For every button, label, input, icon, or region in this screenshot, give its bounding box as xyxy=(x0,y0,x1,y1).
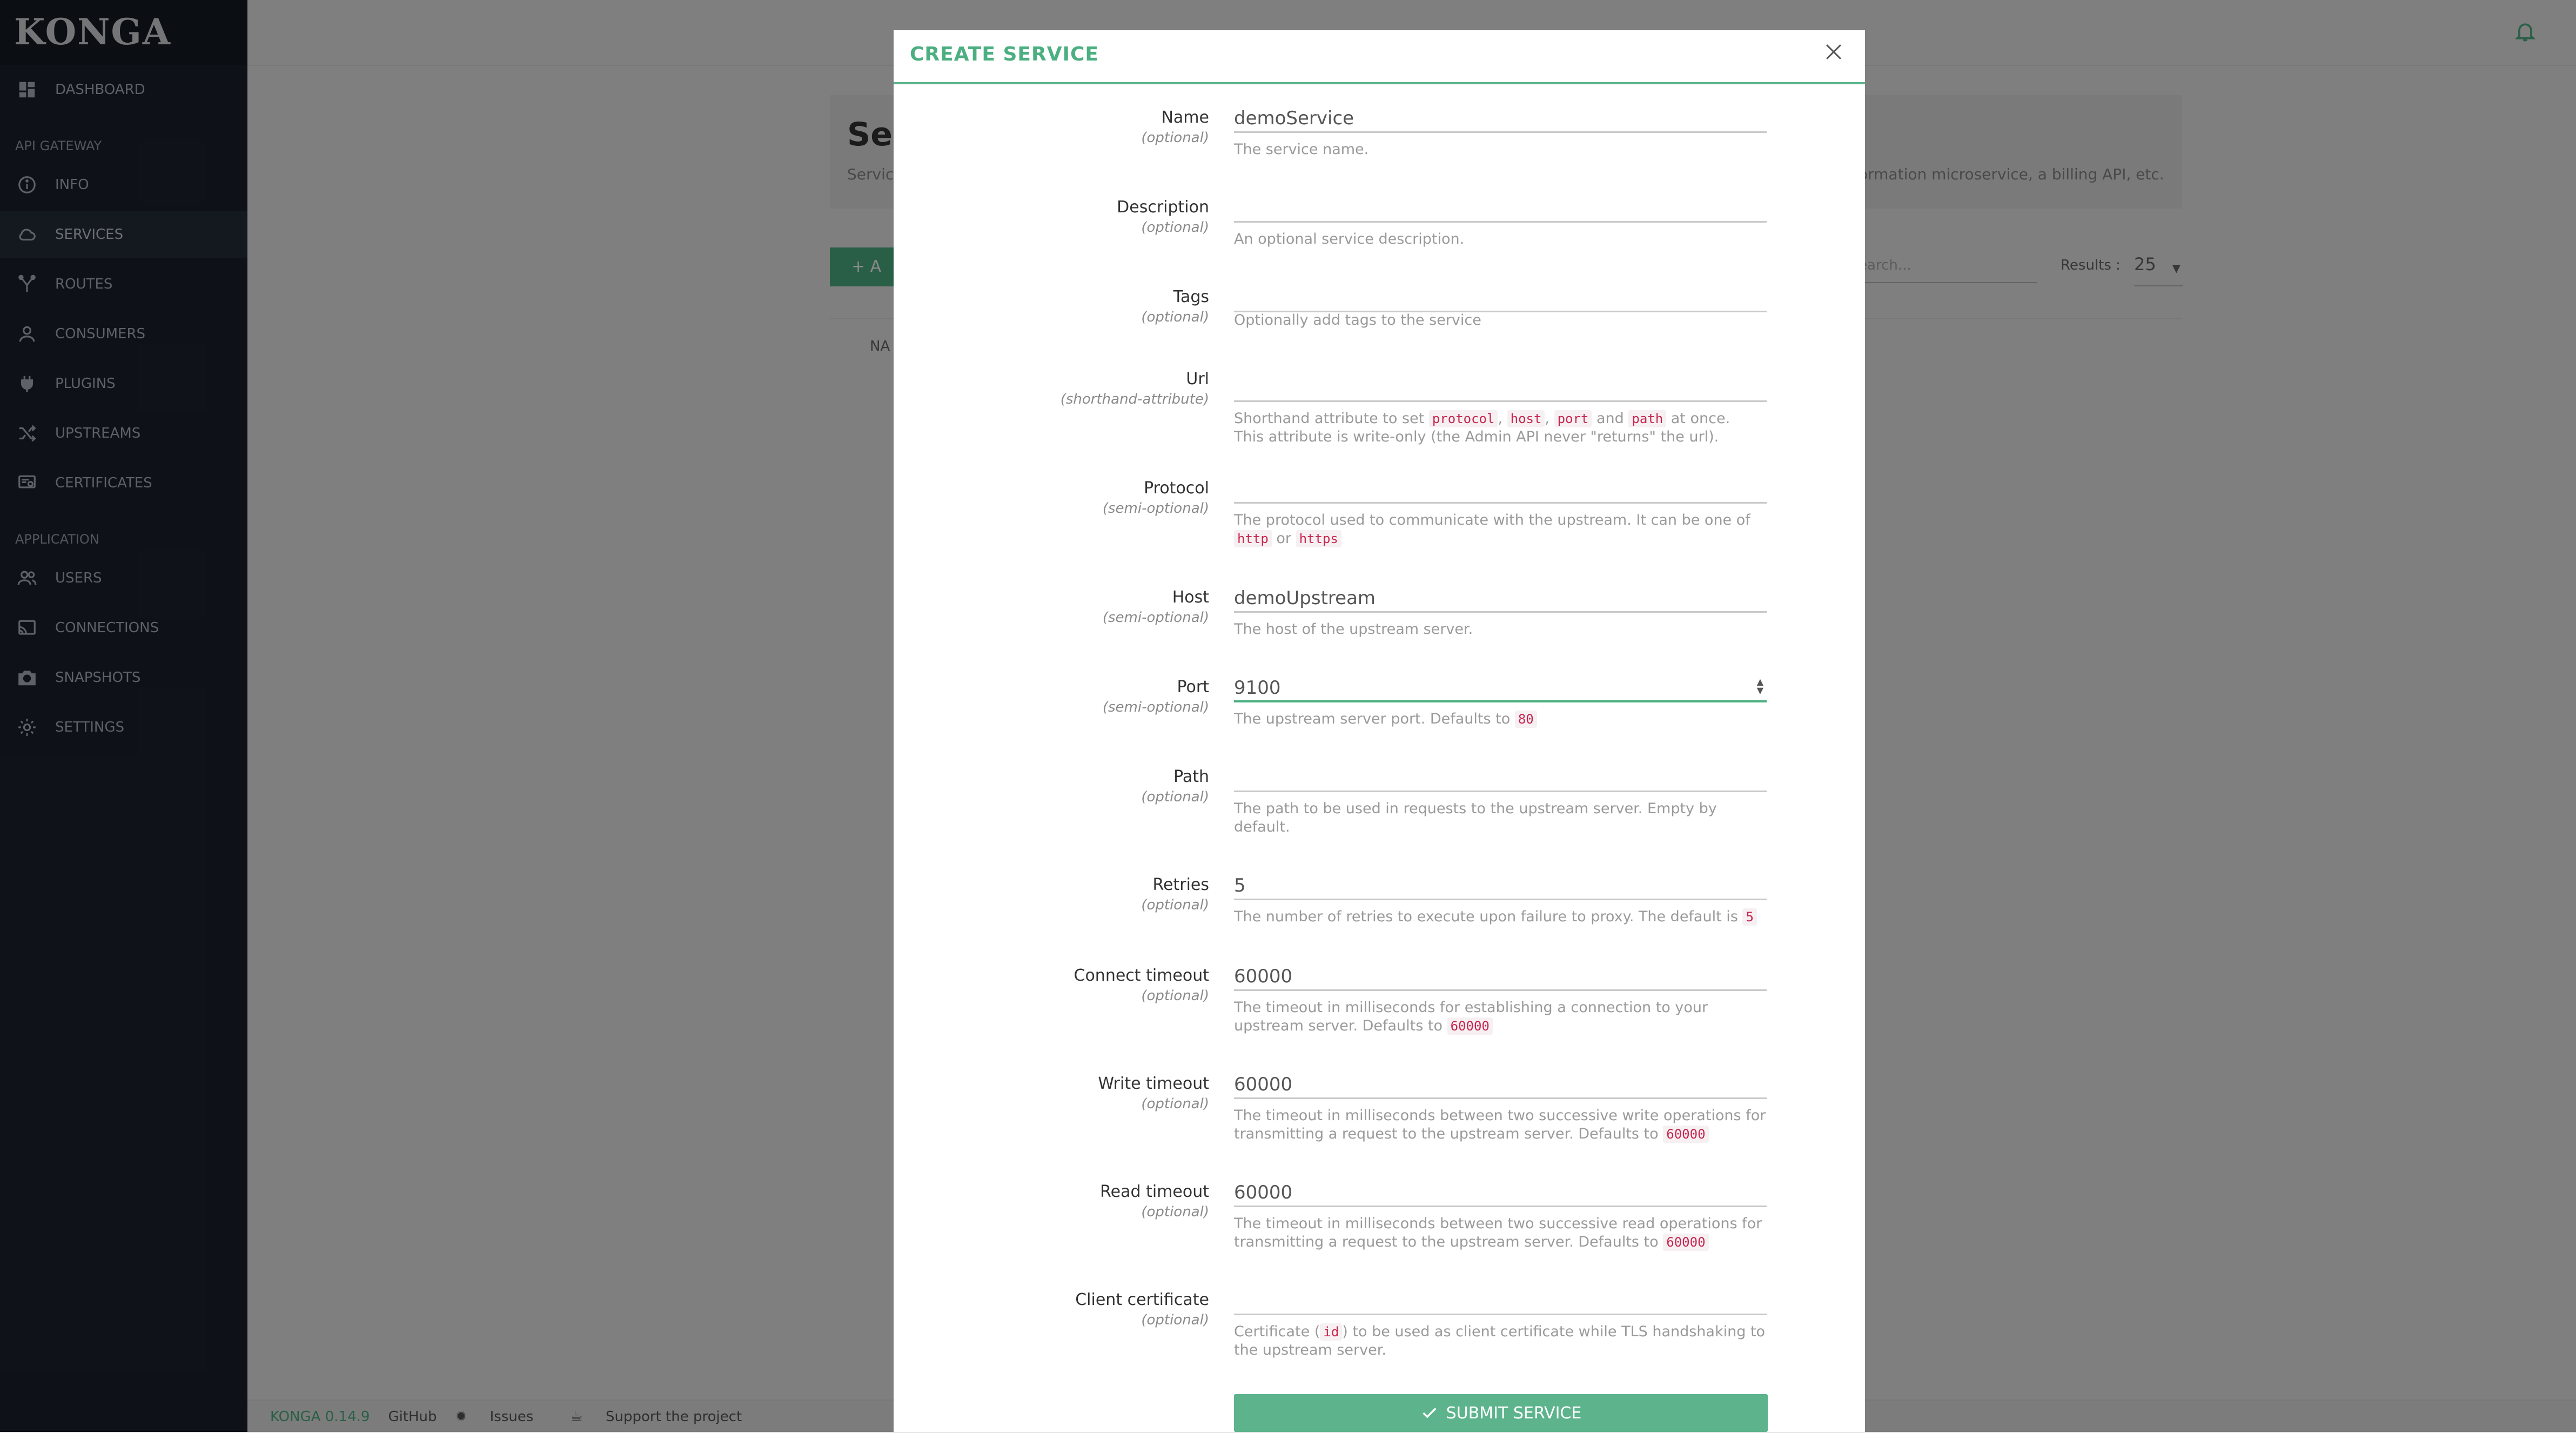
help-text: at once. xyxy=(1671,410,1730,427)
code-http: http xyxy=(1234,530,1272,547)
help-text: The upstream server port. Defaults to xyxy=(1234,711,1511,727)
field-help: The timeout in milliseconds between two … xyxy=(1234,1215,1769,1251)
help-text: Shorthand attribute to set xyxy=(1234,410,1425,427)
code-host: host xyxy=(1507,410,1545,427)
field-sublabel: (semi-optional) xyxy=(1102,610,1209,626)
field-help: The protocol used to communicate with th… xyxy=(1234,511,1769,548)
create-service-modal: CREATE SERVICE Name (optional) demoServi… xyxy=(894,30,1865,1432)
field-help: Shorthand attribute to set protocol, hos… xyxy=(1234,410,1730,445)
field-label: Client certificate xyxy=(1075,1290,1209,1309)
write-timeout-input[interactable]: 60000 xyxy=(1234,1070,1767,1099)
field-sublabel: (optional) xyxy=(1141,130,1209,146)
field-sublabel: (optional) xyxy=(1141,309,1209,325)
help-text: Certificate ( xyxy=(1234,1323,1320,1340)
number-spinner-icon[interactable]: ▲ ▼ xyxy=(1757,678,1763,695)
field-sublabel: (optional) xyxy=(1141,219,1209,236)
code-path: path xyxy=(1628,410,1667,427)
field-label: Protocol xyxy=(1144,479,1209,498)
field-help: The timeout in milliseconds for establis… xyxy=(1234,999,1769,1035)
help-text: and xyxy=(1596,410,1624,427)
code-default-retries: 5 xyxy=(1742,908,1757,926)
field-label: Port xyxy=(1177,678,1209,697)
field-label: Path xyxy=(1173,767,1209,786)
client-certificate-input[interactable] xyxy=(1234,1286,1767,1315)
code-default-timeout: 60000 xyxy=(1663,1234,1709,1251)
help-text: This attribute is write-only (the Admin … xyxy=(1234,428,1719,445)
field-label: Read timeout xyxy=(1100,1182,1209,1201)
help-text: The protocol used to communicate with th… xyxy=(1234,512,1750,528)
code-default-port: 80 xyxy=(1514,711,1537,728)
close-icon[interactable] xyxy=(1822,40,1846,64)
field-sublabel: (optional) xyxy=(1141,988,1209,1004)
field-help: Optionally add tags to the service xyxy=(1234,312,1481,329)
field-sublabel: (optional) xyxy=(1141,897,1209,913)
field-label: Description xyxy=(1117,198,1209,217)
description-input[interactable] xyxy=(1234,193,1767,223)
field-help: The timeout in milliseconds between two … xyxy=(1234,1107,1769,1143)
field-sublabel: (semi-optional) xyxy=(1102,699,1209,715)
field-sublabel: (optional) xyxy=(1141,1312,1209,1328)
code-default-timeout: 60000 xyxy=(1663,1126,1709,1143)
path-input[interactable] xyxy=(1234,763,1767,792)
field-label: Write timeout xyxy=(1098,1074,1209,1093)
code-https: https xyxy=(1296,530,1341,547)
port-input[interactable]: 9100 ▲ ▼ xyxy=(1234,673,1767,702)
submit-label: SUBMIT SERVICE xyxy=(1446,1403,1582,1423)
modal-header: CREATE SERVICE xyxy=(894,30,1865,84)
field-help: The host of the upstream server. xyxy=(1234,621,1473,638)
read-timeout-input[interactable]: 60000 xyxy=(1234,1178,1767,1207)
retries-input[interactable]: 5 xyxy=(1234,871,1767,900)
field-label: Url xyxy=(1186,370,1209,389)
field-sublabel: (semi-optional) xyxy=(1102,500,1209,517)
url-input[interactable] xyxy=(1234,373,1767,402)
code-port: port xyxy=(1554,410,1592,427)
field-sublabel: (optional) xyxy=(1141,1204,1209,1220)
code-id: id xyxy=(1320,1323,1343,1341)
field-help: Certificate (id) to be used as client ce… xyxy=(1234,1323,1769,1360)
field-sublabel: (shorthand-attribute) xyxy=(1060,391,1209,407)
field-help: The path to be used in requests to the u… xyxy=(1234,800,1717,835)
field-label: Connect timeout xyxy=(1074,966,1210,985)
field-label: Retries xyxy=(1152,875,1209,894)
field-help: The upstream server port. Defaults to 80 xyxy=(1234,710,1769,728)
field-help: An optional service description. xyxy=(1234,231,1465,247)
field-sublabel: (optional) xyxy=(1141,1096,1209,1112)
protocol-input[interactable] xyxy=(1234,474,1767,504)
field-sublabel: (optional) xyxy=(1141,789,1209,805)
help-text: or xyxy=(1276,530,1292,547)
name-input[interactable]: demoService xyxy=(1234,104,1767,133)
submit-service-button[interactable]: SUBMIT SERVICE xyxy=(1234,1394,1768,1432)
code-default-timeout: 60000 xyxy=(1447,1017,1493,1035)
connect-timeout-input[interactable]: 60000 xyxy=(1234,962,1767,991)
help-text: The number of retries to execute upon fa… xyxy=(1234,908,1738,925)
modal-title: CREATE SERVICE xyxy=(910,43,1099,65)
field-label: Host xyxy=(1172,588,1209,607)
code-protocol: protocol xyxy=(1428,410,1498,427)
check-icon xyxy=(1423,1408,1437,1418)
field-label: Tags xyxy=(1173,287,1209,306)
port-value: 9100 xyxy=(1234,677,1281,699)
tags-input[interactable] xyxy=(1234,283,1767,312)
field-help: The number of retries to execute upon fa… xyxy=(1234,908,1769,926)
host-input[interactable]: demoUpstream xyxy=(1234,584,1767,613)
field-label: Name xyxy=(1161,108,1209,127)
field-help: The service name. xyxy=(1234,141,1369,158)
